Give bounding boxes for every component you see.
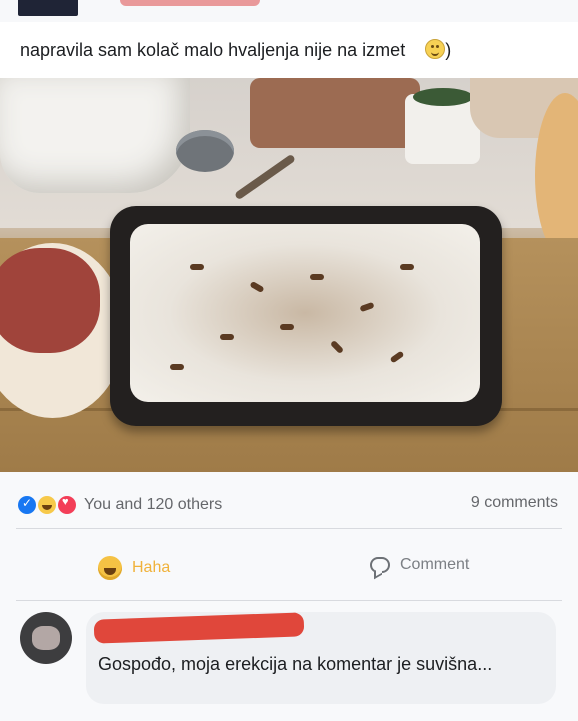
redacted-meta bbox=[120, 0, 260, 6]
baking-tray bbox=[110, 206, 502, 426]
comments-count-link[interactable]: 9 comments bbox=[471, 494, 558, 512]
love-reaction-icon bbox=[58, 496, 76, 514]
post-photo[interactable] bbox=[0, 78, 578, 472]
post-header bbox=[0, 0, 578, 22]
haha-label: Haha bbox=[132, 559, 171, 576]
paper-bag bbox=[250, 78, 420, 148]
chocolate-sprinkle bbox=[310, 274, 324, 280]
post-footer: You and 120 others 9 comments Haha Comme… bbox=[0, 472, 578, 721]
divider bbox=[16, 600, 562, 601]
haha-button[interactable]: Haha bbox=[98, 556, 170, 580]
redacted-commenter-name bbox=[93, 612, 305, 644]
chocolate-sprinkle bbox=[190, 264, 204, 270]
like-reaction-icon bbox=[18, 496, 36, 514]
reaction-summary[interactable]: You and 120 others bbox=[18, 493, 222, 517]
reaction-count-text: You and 120 others bbox=[84, 496, 223, 513]
comment-bubble: Gospođo, moja erekcija na komentar je su… bbox=[86, 612, 556, 704]
post-caption-area: napravila sam kolač malo hvaljenja nije … bbox=[0, 22, 578, 78]
comment-bubble-icon bbox=[370, 557, 390, 573]
commenter-avatar[interactable] bbox=[20, 612, 72, 664]
poster-avatar[interactable] bbox=[18, 0, 78, 16]
comment-button[interactable]: Comment bbox=[370, 556, 469, 574]
cake bbox=[130, 224, 480, 402]
chocolate-sprinkle bbox=[389, 350, 405, 364]
chocolate-sprinkle bbox=[249, 280, 265, 294]
comment-label: Comment bbox=[400, 556, 470, 573]
comment-text: Gospođo, moja erekcija na komentar je su… bbox=[98, 654, 493, 674]
chocolate-sprinkle bbox=[220, 334, 234, 340]
post-caption: napravila sam kolač malo hvaljenja nije … bbox=[20, 39, 452, 60]
haha-emoji-icon bbox=[98, 556, 122, 580]
chocolate-sprinkle bbox=[170, 364, 184, 370]
chocolate-sprinkle bbox=[400, 264, 414, 270]
smiley-emoji-icon bbox=[425, 39, 446, 59]
rice-cooker bbox=[0, 78, 190, 193]
chocolate-sprinkle bbox=[359, 301, 375, 313]
divider bbox=[16, 528, 562, 529]
salami-slices bbox=[0, 248, 100, 353]
jar bbox=[405, 88, 480, 164]
chocolate-sprinkle bbox=[280, 324, 294, 330]
measuring-cup bbox=[176, 130, 234, 172]
haha-reaction-icon bbox=[38, 496, 56, 514]
chocolate-sprinkle bbox=[329, 339, 345, 355]
